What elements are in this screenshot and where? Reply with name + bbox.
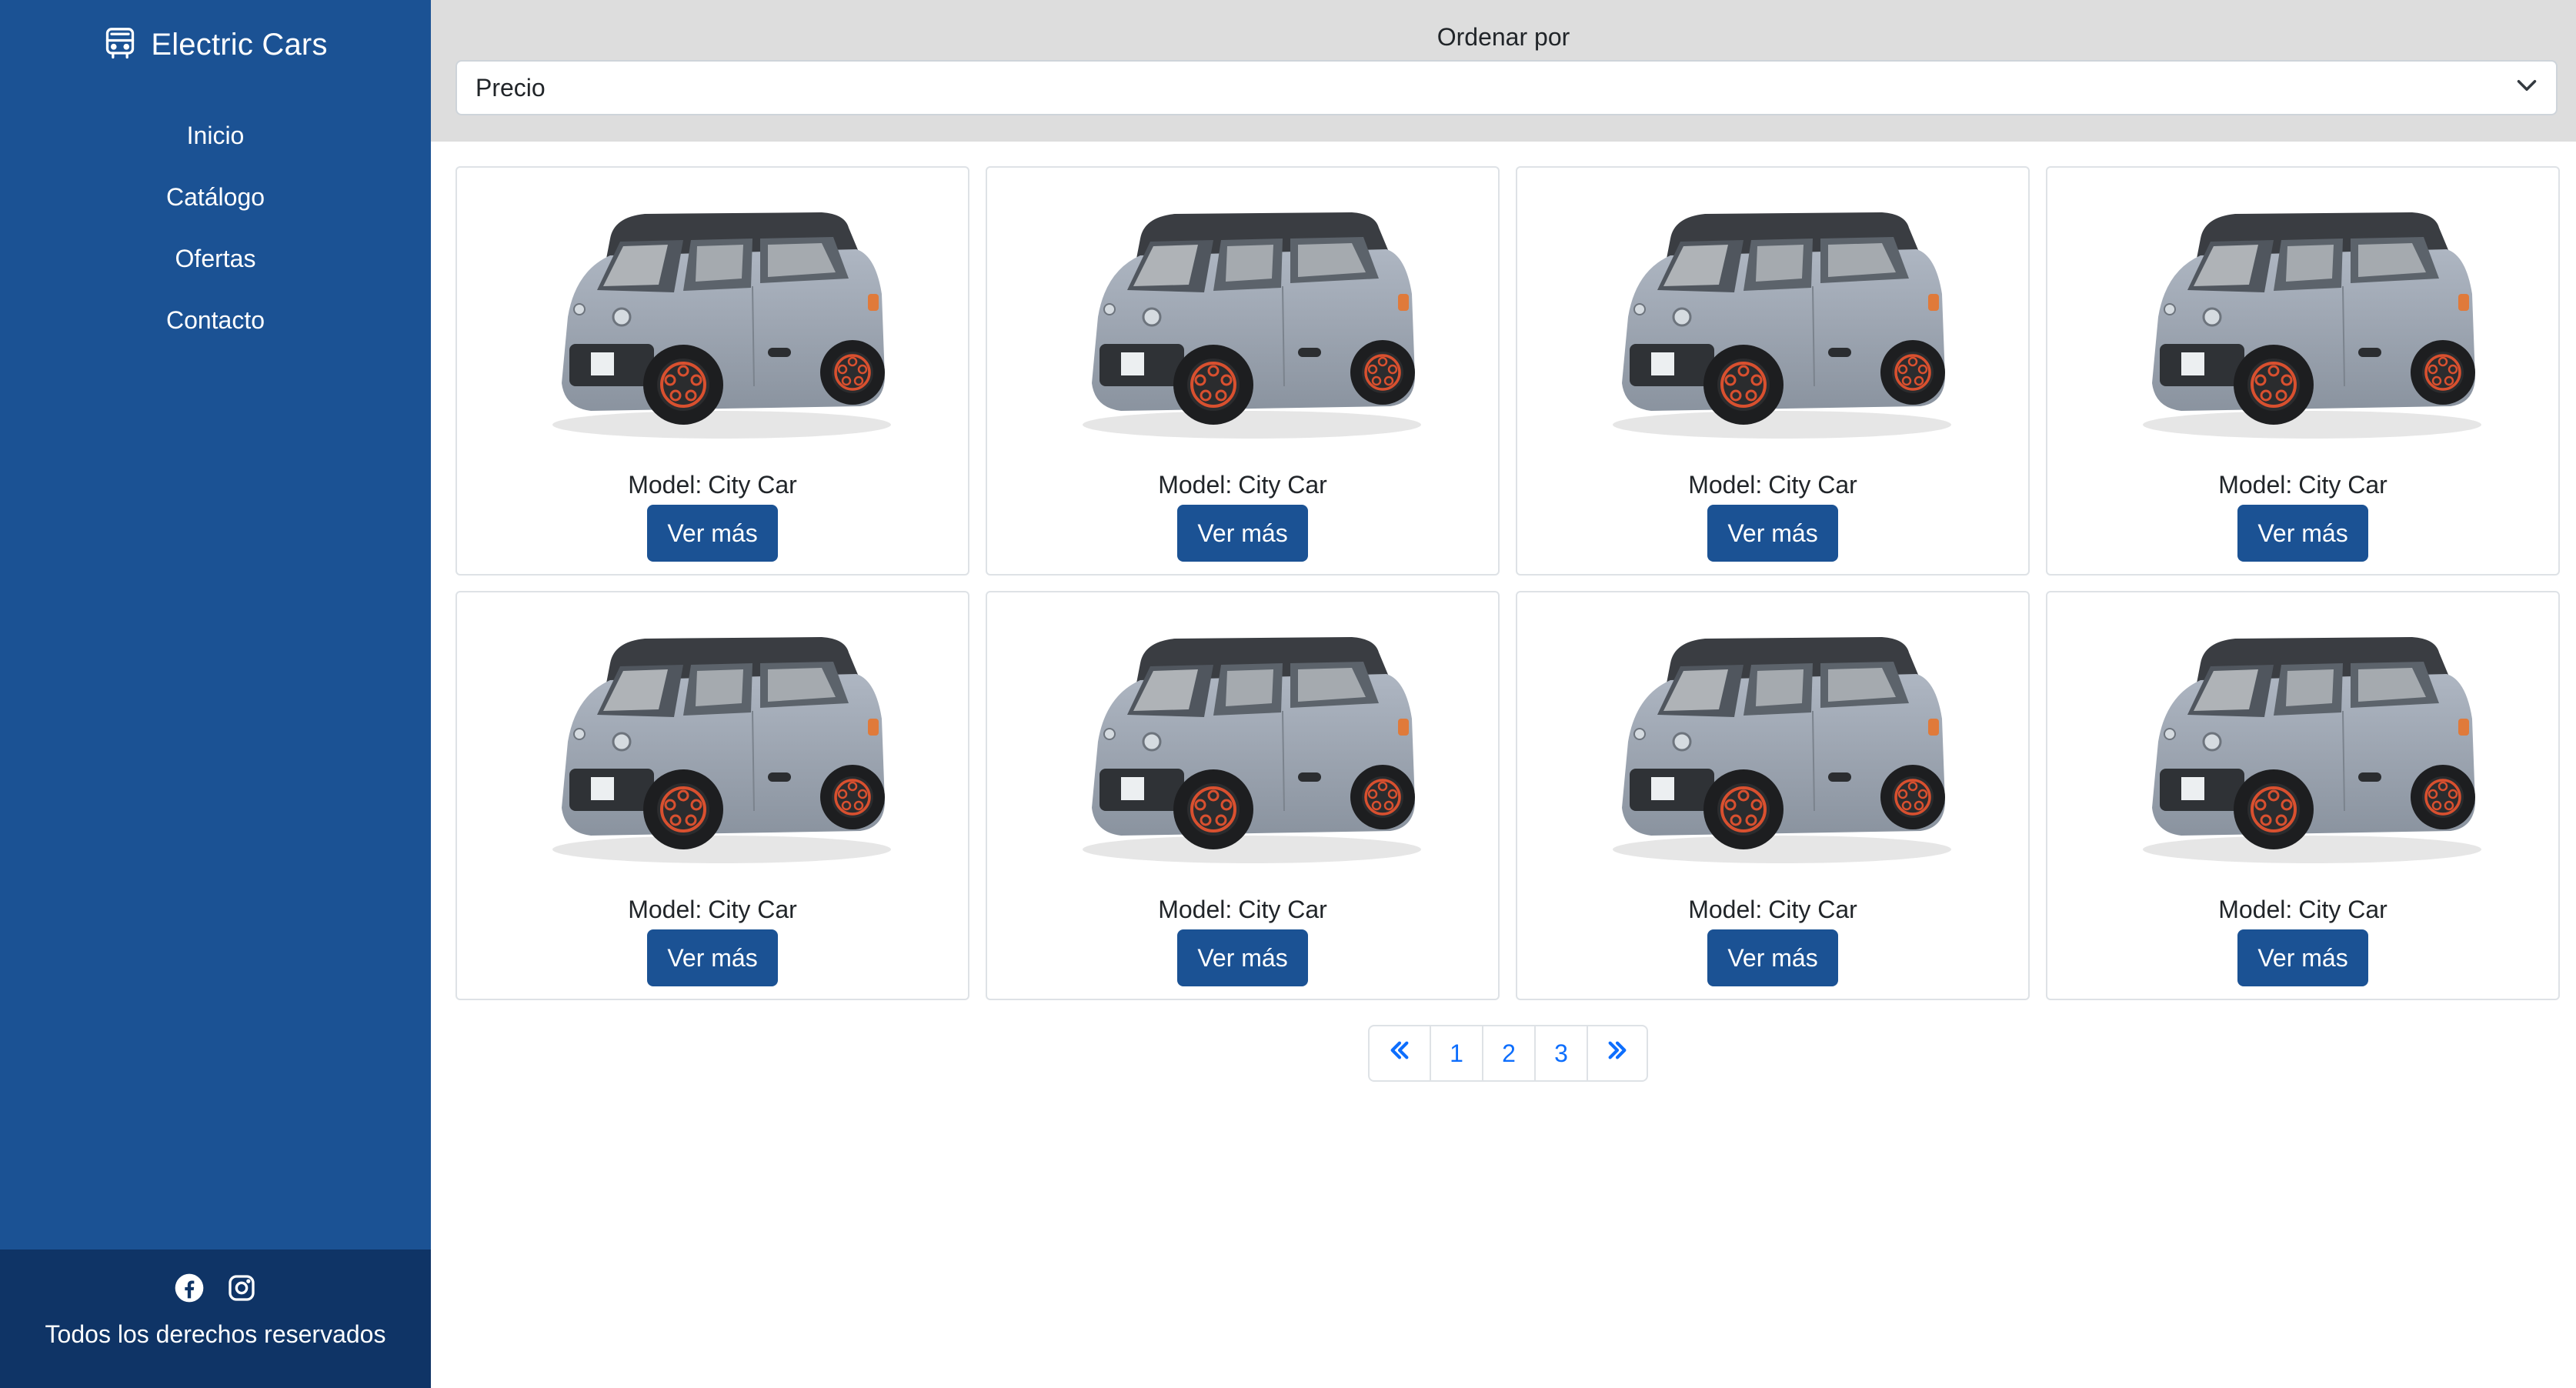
model-prefix: Model: bbox=[2218, 471, 2293, 499]
nav-item-inicio[interactable]: Inicio bbox=[0, 105, 431, 166]
model-prefix: Model: bbox=[628, 471, 702, 499]
model-name: City Car bbox=[2298, 471, 2387, 499]
chevron-down-icon bbox=[2516, 74, 2538, 102]
page-button-3[interactable]: 3 bbox=[1534, 1026, 1587, 1080]
last-page-button[interactable] bbox=[1587, 1026, 1647, 1080]
ver-mas-button[interactable]: Ver más bbox=[647, 929, 778, 986]
page-button-1[interactable]: 1 bbox=[1430, 1026, 1482, 1080]
product-card: Model: City Car Ver más bbox=[1516, 166, 2030, 576]
product-card: Model: City Car Ver más bbox=[986, 591, 1500, 1000]
sidebar-nav: Inicio Catálogo Ofertas Contacto bbox=[0, 105, 431, 351]
car-image bbox=[2127, 202, 2489, 448]
model-name: City Car bbox=[2298, 896, 2387, 923]
model-text: Model: City Car bbox=[987, 471, 1498, 499]
instagram-icon[interactable] bbox=[226, 1273, 257, 1303]
page-button-2[interactable]: 2 bbox=[1482, 1026, 1534, 1080]
sidebar-footer: Todos los derechos reservados bbox=[0, 1250, 431, 1388]
model-name: City Car bbox=[1768, 896, 1857, 923]
product-card: Model: City Car Ver más bbox=[2046, 591, 2560, 1000]
brand[interactable]: Electric Cars bbox=[0, 20, 431, 69]
model-name: City Car bbox=[1238, 896, 1327, 923]
ver-mas-button[interactable]: Ver más bbox=[2237, 929, 2368, 986]
product-card: Model: City Car Ver más bbox=[455, 166, 969, 576]
model-text: Model: City Car bbox=[1517, 471, 2028, 499]
bus-icon bbox=[103, 26, 137, 63]
car-image bbox=[1597, 626, 1959, 873]
model-name: City Car bbox=[708, 896, 797, 923]
ver-mas-button[interactable]: Ver más bbox=[1177, 929, 1308, 986]
car-image bbox=[1597, 202, 1959, 448]
model-text: Model: City Car bbox=[2047, 896, 2558, 924]
product-card: Model: City Car Ver más bbox=[986, 166, 1500, 576]
pagination: 1 2 3 bbox=[1368, 1025, 1648, 1082]
ver-mas-button[interactable]: Ver más bbox=[1707, 505, 1838, 562]
copyright-text: Todos los derechos reservados bbox=[45, 1320, 386, 1348]
nav-item-ofertas[interactable]: Ofertas bbox=[0, 228, 431, 289]
product-card: Model: City Car Ver más bbox=[455, 591, 969, 1000]
model-text: Model: City Car bbox=[457, 896, 968, 924]
model-prefix: Model: bbox=[2218, 896, 2293, 923]
model-prefix: Model: bbox=[1158, 471, 1233, 499]
model-name: City Car bbox=[708, 471, 797, 499]
double-chevron-left-icon bbox=[1388, 1039, 1411, 1068]
model-name: City Car bbox=[1768, 471, 1857, 499]
ver-mas-button[interactable]: Ver más bbox=[1177, 505, 1308, 562]
car-image bbox=[2127, 626, 2489, 873]
car-image bbox=[537, 626, 899, 873]
nav-item-catalogo[interactable]: Catálogo bbox=[0, 166, 431, 228]
sort-bar: Ordenar por Precio bbox=[431, 0, 2576, 142]
double-chevron-right-icon bbox=[1606, 1039, 1629, 1068]
product-grid: Model: City Car Ver más Model: City Car Ve… bbox=[455, 166, 2561, 1000]
model-prefix: Model: bbox=[1158, 896, 1233, 923]
product-card: Model: City Car Ver más bbox=[2046, 166, 2560, 576]
car-image bbox=[1067, 202, 1429, 448]
sort-label: Ordenar por bbox=[1436, 23, 1570, 51]
brand-name: Electric Cars bbox=[151, 27, 328, 62]
sidebar: Electric Cars Inicio Catálogo Ofertas Co… bbox=[0, 0, 431, 1388]
model-text: Model: City Car bbox=[2047, 471, 2558, 499]
model-prefix: Model: bbox=[1688, 896, 1763, 923]
model-text: Model: City Car bbox=[457, 471, 968, 499]
car-image bbox=[537, 202, 899, 448]
model-text: Model: City Car bbox=[1517, 896, 2028, 924]
sort-selected-value: Precio bbox=[475, 73, 546, 102]
model-text: Model: City Car bbox=[987, 896, 1498, 924]
sort-select[interactable]: Precio bbox=[455, 60, 2558, 115]
model-name: City Car bbox=[1238, 471, 1327, 499]
car-image bbox=[1067, 626, 1429, 873]
ver-mas-button[interactable]: Ver más bbox=[2237, 505, 2368, 562]
facebook-icon[interactable] bbox=[174, 1273, 205, 1303]
first-page-button[interactable] bbox=[1370, 1026, 1430, 1080]
ver-mas-button[interactable]: Ver más bbox=[647, 505, 778, 562]
model-prefix: Model: bbox=[628, 896, 702, 923]
model-prefix: Model: bbox=[1688, 471, 1763, 499]
product-card: Model: City Car Ver más bbox=[1516, 591, 2030, 1000]
nav-item-contacto[interactable]: Contacto bbox=[0, 289, 431, 351]
social-links bbox=[174, 1273, 257, 1303]
ver-mas-button[interactable]: Ver más bbox=[1707, 929, 1838, 986]
